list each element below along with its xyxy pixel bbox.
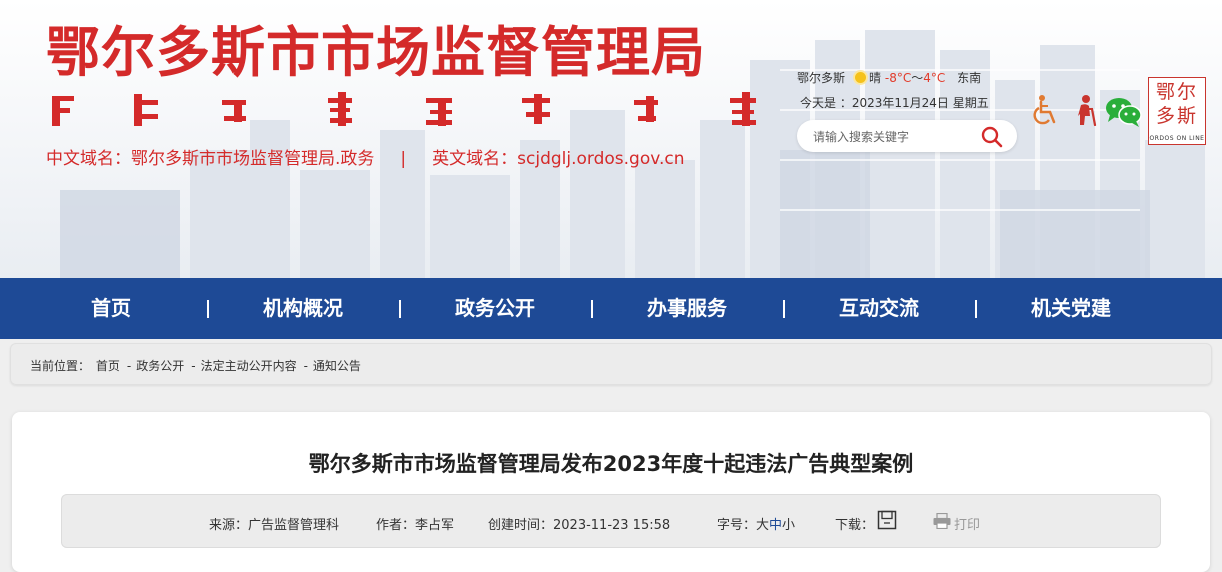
breadcrumb-bar: 当前位置： 首页 - 政务公开 - 法定主动公开内容 - 通知公告 (10, 343, 1212, 385)
article-author: 作者：李占军 (376, 518, 455, 533)
domain-en[interactable]: scjdglj.ordos.gov.cn (517, 149, 684, 169)
nav-organization[interactable]: 机构概况 (207, 278, 399, 339)
weather-widget: 鄂尔多斯 晴 -8°C～4°C 东南 (797, 69, 981, 86)
breadcrumb-separator: - (191, 359, 196, 373)
download-icon[interactable] (877, 510, 897, 534)
font-size-medium[interactable]: 中 (769, 518, 782, 533)
accessibility-icon[interactable] (1033, 94, 1059, 130)
search-icon[interactable] (981, 126, 1003, 152)
temp-high: 4°C (923, 71, 946, 85)
print-button[interactable]: 打印 (954, 514, 980, 533)
site-title: 鄂尔多斯市市场监督管理局 (46, 20, 706, 84)
temp-tilde: ～ (911, 71, 924, 85)
font-size-control: 字号：大中小 (717, 514, 795, 533)
article-created-time: 创建时间：2023-11-23 15:58 (488, 518, 671, 533)
wechat-icon[interactable] (1104, 96, 1144, 132)
seal-characters: 鄂尔多斯 (1155, 81, 1198, 127)
weather-condition: 晴 (869, 71, 882, 85)
breadcrumb-label: 当前位置： (30, 359, 91, 373)
font-size-label: 字号： (717, 518, 757, 533)
elderly-icon[interactable] (1070, 94, 1100, 130)
weather-wind: 东南 (957, 71, 982, 85)
nav-services[interactable]: 办事服务 (591, 278, 783, 339)
domain-divider: | (400, 149, 407, 169)
font-size-small[interactable]: 小 (782, 518, 795, 533)
article-title: 鄂尔多斯市市场监督管理局发布2023年度十起违法广告典型案例 (308, 452, 914, 476)
main-nav: 首页 机构概况 政务公开 办事服务 互动交流 机关党建 (0, 278, 1222, 339)
nav-party-building[interactable]: 机关党建 (975, 278, 1167, 339)
breadcrumb-home[interactable]: 首页 (96, 359, 120, 373)
weather-city: 鄂尔多斯 (797, 71, 846, 85)
print-icon[interactable] (933, 512, 951, 533)
breadcrumb: 当前位置： 首页 - 政务公开 - 法定主动公开内容 - 通知公告 (30, 357, 363, 374)
domain-names: 中文域名：鄂尔多斯市市场监督管理局.政务 | 英文域名：scjdglj.ordos.… (46, 144, 685, 169)
domain-cn[interactable]: 鄂尔多斯市市场监督管理局.政务 (131, 149, 374, 169)
mongolian-script-title (52, 92, 756, 126)
temp-low: -8°C (884, 71, 912, 85)
breadcrumb-separator: - (303, 359, 308, 373)
article-card: 鄂尔多斯市市场监督管理局发布2023年度十起违法广告典型案例 来源：广告监督管理… (12, 412, 1210, 572)
ordos-online-seal[interactable]: 鄂尔多斯 ORDOS ON LINE (1148, 77, 1206, 145)
article-source: 来源：广告监督管理科 (209, 518, 340, 533)
current-date: 今天是 ：2023年11月24日 星期五 (800, 96, 989, 110)
nav-home[interactable]: 首页 (15, 278, 207, 339)
breadcrumb-separator: - (126, 359, 132, 373)
sun-icon (855, 72, 867, 83)
font-size-large[interactable]: 大 (756, 518, 769, 533)
nav-gov-affairs[interactable]: 政务公开 (399, 278, 591, 339)
download-label: 下载： (835, 518, 875, 533)
breadcrumb-gov-affairs[interactable]: 政务公开 (136, 359, 184, 373)
breadcrumb-notices[interactable]: 通知公告 (313, 359, 361, 373)
article-meta-bar: 来源：广告监督管理科 作者：李占军 创建时间：2023-11-23 15:58 … (61, 494, 1161, 548)
domain-cn-label: 中文域名： (46, 149, 131, 169)
site-header: 鄂尔多斯市市场监督管理局 中文域名：鄂尔多斯市市场监督管理局.政务 | 英文域名：s… (0, 0, 1222, 278)
nav-interaction[interactable]: 互动交流 (783, 278, 975, 339)
seal-subtitle: ORDOS ON LINE (1149, 135, 1205, 142)
search-input[interactable] (811, 127, 980, 147)
domain-en-label: 英文域名： (432, 149, 518, 169)
download-control: 下载： (835, 514, 874, 533)
search-box (797, 120, 1017, 152)
breadcrumb-disclosure[interactable]: 法定主动公开内容 (201, 359, 297, 373)
